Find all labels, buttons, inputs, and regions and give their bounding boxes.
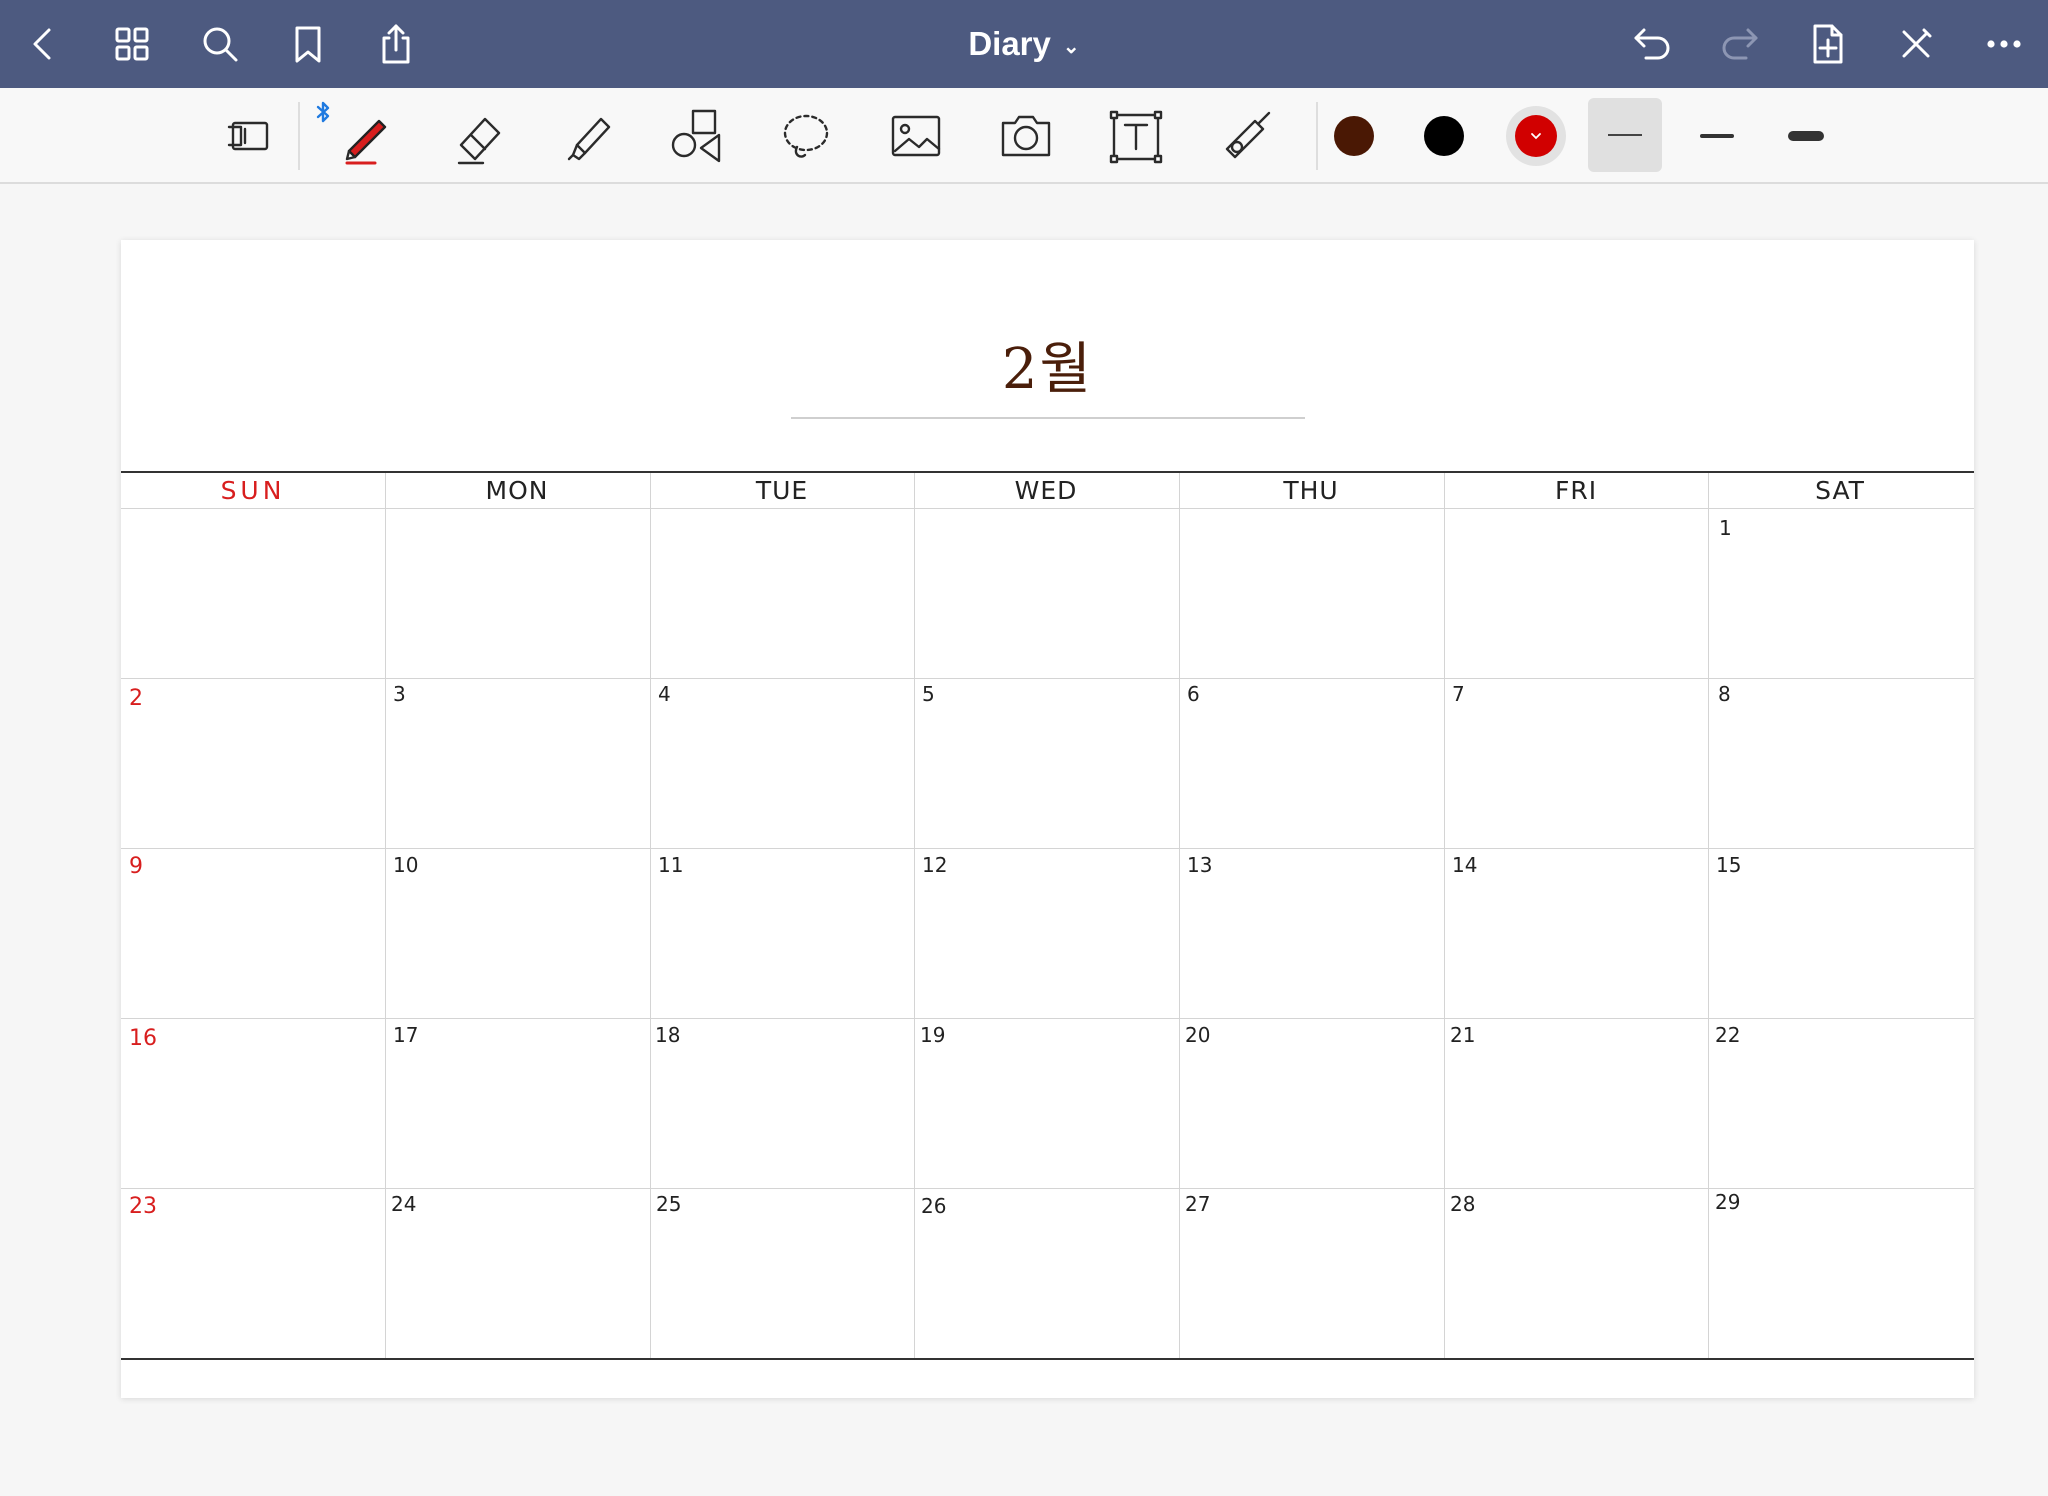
date-cell: 27 xyxy=(1185,1192,1211,1216)
calendar-row-divider xyxy=(121,678,1974,679)
date-cell: 20 xyxy=(1185,1023,1211,1047)
day-header-tue: TUE xyxy=(755,476,809,505)
redo-icon[interactable] xyxy=(1710,14,1770,74)
lasso-icon[interactable] xyxy=(768,98,844,174)
eraser-icon[interactable] xyxy=(440,98,516,174)
calendar-col-divider xyxy=(1708,473,1709,1358)
drawing-toolbar xyxy=(0,88,2048,184)
date-cell: 28 xyxy=(1450,1192,1476,1216)
day-header-sun: SUN xyxy=(220,476,286,505)
date-cell: 5 xyxy=(922,682,935,706)
top-navigation-bar: Diary ⌄ xyxy=(0,0,2048,88)
title-underline xyxy=(791,417,1305,419)
pen-icon[interactable] xyxy=(328,98,404,174)
thickness-medium[interactable] xyxy=(1700,134,1734,138)
date-cell: 24 xyxy=(391,1192,417,1216)
toolbar-divider xyxy=(1316,102,1318,170)
calendar-col-divider xyxy=(914,473,915,1358)
shapes-icon[interactable] xyxy=(658,98,734,174)
date-cell-sunday: 2 xyxy=(129,686,143,711)
date-cell: 10 xyxy=(393,853,419,877)
day-header-thu: THU xyxy=(1283,476,1339,505)
color-swatch-brown[interactable] xyxy=(1334,116,1374,156)
date-cell: 29 xyxy=(1715,1190,1741,1214)
date-cell: 19 xyxy=(920,1023,946,1047)
more-icon[interactable] xyxy=(1974,14,2034,74)
day-header-wed: WED xyxy=(1014,476,1078,505)
date-cell: 21 xyxy=(1450,1023,1476,1047)
date-cell: 8 xyxy=(1718,682,1731,706)
image-icon[interactable] xyxy=(878,98,954,174)
calendar-row-divider xyxy=(121,1188,1974,1189)
date-cell-sunday: 16 xyxy=(129,1026,157,1051)
thin-line-icon xyxy=(1608,134,1642,136)
date-cell: 3 xyxy=(393,682,406,706)
calendar-row-divider xyxy=(121,1018,1974,1019)
toolbar-divider xyxy=(298,102,300,170)
undo-icon[interactable] xyxy=(1622,14,1682,74)
date-cell: 17 xyxy=(393,1023,419,1047)
close-pen-icon[interactable] xyxy=(1886,14,1946,74)
pen-settings-icon[interactable] xyxy=(212,98,288,174)
calendar-top-border xyxy=(121,471,1974,473)
date-cell: 22 xyxy=(1715,1023,1741,1047)
date-cell-sunday: 23 xyxy=(129,1194,157,1219)
laser-pointer-icon[interactable] xyxy=(1208,98,1284,174)
thickness-thick[interactable] xyxy=(1788,131,1824,141)
date-cell: 14 xyxy=(1452,853,1478,877)
date-cell: 1 xyxy=(1719,516,1732,540)
text-box-icon[interactable] xyxy=(1098,98,1174,174)
chevron-down-icon xyxy=(1531,133,1541,140)
date-cell-sunday: 9 xyxy=(129,854,143,879)
thickness-thin-selected[interactable] xyxy=(1588,98,1662,172)
date-cell: 4 xyxy=(658,682,671,706)
date-cell: 11 xyxy=(658,853,684,877)
date-cell: 18 xyxy=(655,1023,681,1047)
color-swatch-red[interactable] xyxy=(1515,115,1557,157)
calendar-col-divider xyxy=(650,473,651,1358)
chevron-down-icon: ⌄ xyxy=(1062,35,1080,58)
day-header-mon: MON xyxy=(485,476,549,505)
notebook-title: Diary xyxy=(968,25,1051,62)
calendar-row-divider xyxy=(121,848,1974,849)
date-cell: 15 xyxy=(1716,853,1742,877)
color-swatch-black[interactable] xyxy=(1424,116,1464,156)
day-header-sat: SAT xyxy=(1815,476,1865,505)
highlighter-icon[interactable] xyxy=(550,98,626,174)
month-title: 2월 xyxy=(1001,337,1094,402)
notebook-page[interactable]: 2월 SUN MON TUE WED THU FRI SAT 1 2 3 4 5… xyxy=(121,240,1974,1398)
calendar-col-divider xyxy=(385,473,386,1358)
date-cell: 26 xyxy=(921,1194,947,1218)
date-cell: 25 xyxy=(656,1192,682,1216)
date-cell: 12 xyxy=(922,853,948,877)
add-page-icon[interactable] xyxy=(1798,14,1858,74)
date-cell: 7 xyxy=(1452,682,1465,706)
calendar-header-divider xyxy=(121,508,1974,509)
calendar-col-divider xyxy=(1444,473,1445,1358)
calendar-bottom-border xyxy=(121,1358,1974,1360)
camera-icon[interactable] xyxy=(988,98,1064,174)
calendar-col-divider xyxy=(1179,473,1180,1358)
day-header-fri: FRI xyxy=(1554,476,1598,505)
date-cell: 13 xyxy=(1187,853,1213,877)
notebook-title-dropdown[interactable]: Diary ⌄ xyxy=(968,25,1079,63)
date-cell: 6 xyxy=(1187,682,1200,706)
